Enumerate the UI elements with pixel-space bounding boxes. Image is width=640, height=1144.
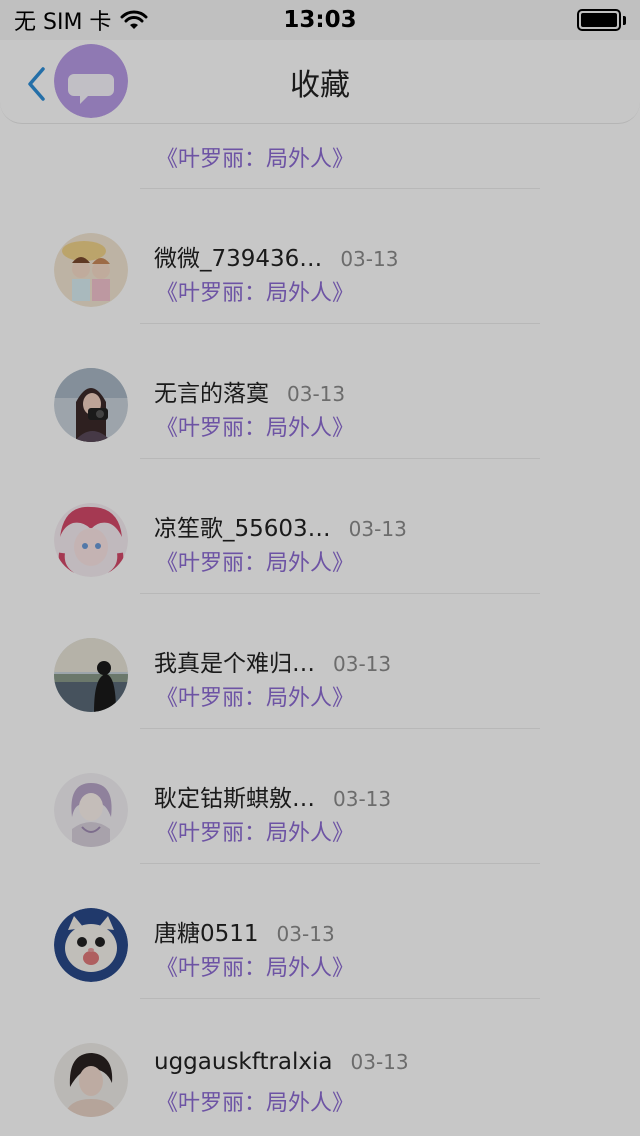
username-text: 唐糖0511 [154,921,259,947]
date: 03-13 [333,652,392,676]
divider [140,458,540,459]
username: uggauskftralxia 03-13 [154,1049,409,1075]
divider [140,593,540,594]
username-text: 耿定钴斯蜞敫… [154,786,315,812]
avatar [54,908,128,982]
username: 我真是个难归… 03-13 [154,644,391,678]
username: 耿定钴斯蜞敫… 03-13 [154,779,391,813]
book-title: 《叶罗丽：局外人》 [156,956,355,981]
avatar [54,773,128,847]
username: 微微_739436… 03-13 [154,239,398,273]
date: 03-13 [276,922,335,946]
username-text: uggauskftralxia [154,1049,333,1075]
book-title: 《叶罗丽：局外人》 [156,821,355,846]
date: 03-13 [287,382,346,406]
book-title: 《叶罗丽：局外人》 [156,281,355,306]
list-item[interactable]: 唐糖0511 03-13 《叶罗丽：局外人》 [0,874,640,1009]
avatar [54,44,128,118]
avatar [54,233,128,307]
list-item[interactable]: 凉笙歌_55603… 03-13 《叶罗丽：局外人》 [0,469,640,604]
book-title: 《叶罗丽：局外人》 [156,551,355,576]
username: 凉笙歌_55603… 03-13 [154,509,407,543]
avatar [54,1043,128,1117]
username-text: 我真是个难归… [154,651,315,677]
username: 唐糖0511 03-13 [154,914,335,948]
wifi-icon [120,10,148,29]
avatar [54,503,128,577]
book-title: 《叶罗丽：局外人》 [156,416,355,441]
username-text: 无言的落寞 [154,381,269,407]
username: 无言的落寞 03-13 [154,374,345,408]
avatar [54,368,128,442]
list-item[interactable]: 我真是个难归… 03-13 《叶罗丽：局外人》 [0,604,640,739]
divider [140,323,540,324]
book-title: 《叶罗丽：局外人》 [156,1091,355,1116]
divider [140,728,540,729]
book-title: 《叶罗丽：局外人》 [156,147,355,172]
divider [140,188,540,189]
date: 03-13 [348,517,407,541]
divider [140,998,540,999]
username-text: 凉笙歌_55603… [154,516,331,542]
battery-icon [577,9,626,31]
list-item[interactable]: 《叶罗丽：局外人》 [0,29,640,189]
divider [140,863,540,864]
date: 03-13 [350,1050,409,1074]
list-item[interactable]: 耿定钴斯蜞敫… 03-13 《叶罗丽：局外人》 [0,739,640,874]
username-text: 微微_739436… [154,246,323,272]
list-item[interactable]: uggauskftralxia 03-13 《叶罗丽：局外人》 [0,1009,640,1144]
avatar [54,638,128,712]
date: 03-13 [340,247,399,271]
date: 03-13 [333,787,392,811]
list-item[interactable]: 无言的落寞 03-13 《叶罗丽：局外人》 [0,334,640,469]
list-item[interactable]: 微微_739436… 03-13 《叶罗丽：局外人》 [0,199,640,334]
book-title: 《叶罗丽：局外人》 [156,686,355,711]
